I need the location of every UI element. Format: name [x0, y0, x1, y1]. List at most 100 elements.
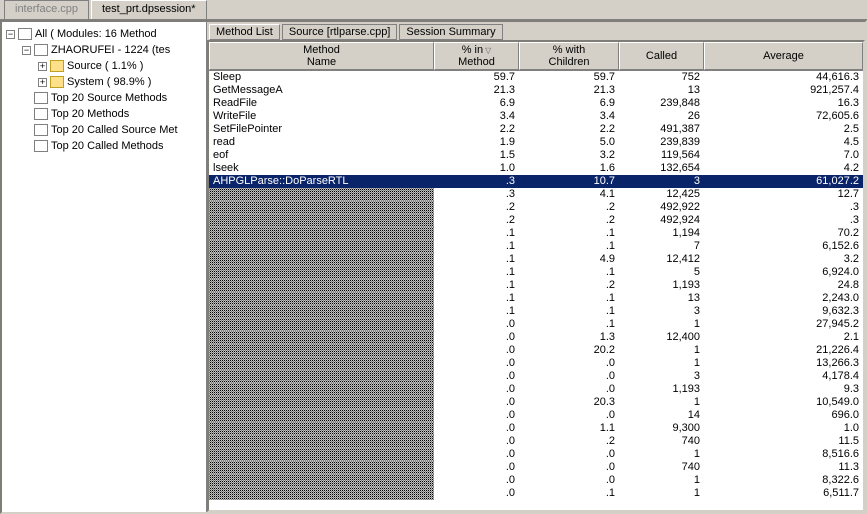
cell: 10.7 — [519, 175, 619, 188]
tree-node-top20[interactable]: Top 20 Methods — [6, 106, 206, 122]
tree-label[interactable]: Top 20 Methods — [51, 108, 129, 120]
expand-icon[interactable]: + — [38, 62, 47, 71]
table-row[interactable]: .1.156,924.0 — [209, 266, 863, 279]
report-icon — [34, 140, 48, 152]
cell: .0 — [434, 474, 519, 487]
cell: 24.8 — [704, 279, 863, 292]
table-row[interactable]: .0.0113,266.3 — [209, 357, 863, 370]
tree-label[interactable]: Top 20 Called Methods — [51, 140, 164, 152]
tree-label[interactable]: Top 20 Source Methods — [51, 92, 167, 104]
table-row[interactable]: .0.1127,945.2 — [209, 318, 863, 331]
table-row[interactable]: .1.21,19324.8 — [209, 279, 863, 292]
tree-label[interactable]: All ( Modules: 16 Method — [35, 28, 157, 40]
table-row[interactable]: ReadFile6.96.9239,84816.3 — [209, 97, 863, 110]
table-row[interactable]: Sleep59.759.775244,616.3 — [209, 71, 863, 84]
table-row[interactable]: .01.312,4002.1 — [209, 331, 863, 344]
tree-node-system[interactable]: + System ( 98.9% ) — [6, 74, 206, 90]
grid-body[interactable]: Sleep59.759.775244,616.3GetMessageA21.32… — [209, 71, 863, 510]
table-row[interactable]: .2.2492,922.3 — [209, 201, 863, 214]
cell: .0 — [434, 487, 519, 500]
table-row[interactable]: .0.034,178.4 — [209, 370, 863, 383]
cell — [209, 461, 434, 474]
cell: 7 — [619, 240, 704, 253]
table-row[interactable]: .0.074011.3 — [209, 461, 863, 474]
tab-session-summary[interactable]: Session Summary — [399, 24, 502, 40]
tree-label[interactable]: Top 20 Called Source Met — [51, 124, 178, 136]
cell — [209, 227, 434, 240]
table-row[interactable]: GetMessageA21.321.313921,257.4 — [209, 84, 863, 97]
cell: 9,632.3 — [704, 305, 863, 318]
table-row[interactable]: .1.1132,243.0 — [209, 292, 863, 305]
table-row[interactable]: .1.11,19470.2 — [209, 227, 863, 240]
tree-node-thread[interactable]: − ZHAORUFEI - 1224 (tes — [6, 42, 206, 58]
collapse-icon[interactable]: − — [6, 30, 15, 39]
col-method-name[interactable]: Method Name — [209, 42, 434, 70]
cell: 1.0 — [704, 422, 863, 435]
table-row[interactable]: WriteFile3.43.42672,605.6 — [209, 110, 863, 123]
tree-label[interactable]: System ( 98.9% ) — [67, 76, 151, 88]
tree-label[interactable]: ZHAORUFEI - 1224 (tes — [51, 44, 170, 56]
table-row[interactable]: AHPGLParse::DoParseRTL.310.7361,027.2 — [209, 175, 863, 188]
cell: .0 — [519, 370, 619, 383]
table-row[interactable]: SetFilePointer2.22.2491,3872.5 — [209, 123, 863, 136]
table-row[interactable]: read1.95.0239,8394.5 — [209, 136, 863, 149]
cell: 27,945.2 — [704, 318, 863, 331]
file-tab[interactable]: interface.cpp — [4, 0, 89, 19]
col-average[interactable]: Average — [704, 42, 863, 70]
table-row[interactable]: .020.3110,549.0 — [209, 396, 863, 409]
table-row[interactable]: .0.014696.0 — [209, 409, 863, 422]
expand-icon[interactable]: + — [38, 78, 47, 87]
cell — [209, 279, 434, 292]
cell — [209, 357, 434, 370]
cell: 6,152.6 — [704, 240, 863, 253]
cell: .0 — [434, 422, 519, 435]
cell: 61,027.2 — [704, 175, 863, 188]
cell — [209, 370, 434, 383]
tree-node-top20[interactable]: Top 20 Called Methods — [6, 138, 206, 154]
tree-node-all[interactable]: − All ( Modules: 16 Method — [6, 26, 206, 42]
cell: 21.3 — [519, 84, 619, 97]
table-row[interactable]: .01.19,3001.0 — [209, 422, 863, 435]
main-area: − All ( Modules: 16 Method − ZHAORUFEI -… — [0, 20, 867, 514]
tree-node-source[interactable]: + Source ( 1.1% ) — [6, 58, 206, 74]
col-called[interactable]: Called — [619, 42, 704, 70]
table-row[interactable]: .1.139,632.3 — [209, 305, 863, 318]
cell: 921,257.4 — [704, 84, 863, 97]
cell: 1,194 — [619, 227, 704, 240]
col-pct-with-children[interactable]: % with Children — [519, 42, 619, 70]
table-row[interactable]: eof1.53.2119,5647.0 — [209, 149, 863, 162]
collapse-icon[interactable]: − — [22, 46, 31, 55]
cell: 6,924.0 — [704, 266, 863, 279]
table-row[interactable]: .0.018,322.6 — [209, 474, 863, 487]
cell: 8,516.6 — [704, 448, 863, 461]
tree-label[interactable]: Source ( 1.1% ) — [67, 60, 143, 72]
cell: .1 — [434, 240, 519, 253]
tree-node-top20[interactable]: Top 20 Called Source Met — [6, 122, 206, 138]
cell: .0 — [434, 409, 519, 422]
file-tabs: interface.cpp test_prt.dpsession* — [0, 0, 867, 20]
view-tabs: Method List Source [rtlparse.cpp] Sessio… — [207, 22, 865, 40]
table-row[interactable]: .0.274011.5 — [209, 435, 863, 448]
table-row[interactable]: .0.116,511.7 — [209, 487, 863, 500]
tree-node-top20[interactable]: Top 20 Source Methods — [6, 90, 206, 106]
tree-panel: − All ( Modules: 16 Method − ZHAORUFEI -… — [2, 22, 207, 512]
table-row[interactable]: .1.176,152.6 — [209, 240, 863, 253]
table-row[interactable]: .14.912,4123.2 — [209, 253, 863, 266]
cell: .0 — [519, 409, 619, 422]
cell — [209, 305, 434, 318]
table-row[interactable]: .2.2492,924.3 — [209, 214, 863, 227]
cell: 44,616.3 — [704, 71, 863, 84]
table-row[interactable]: .34.112,42512.7 — [209, 188, 863, 201]
table-row[interactable]: lseek1.01.6132,6544.2 — [209, 162, 863, 175]
file-tab[interactable]: test_prt.dpsession* — [91, 0, 207, 19]
table-row[interactable]: .0.018,516.6 — [209, 448, 863, 461]
table-row[interactable]: .020.2121,226.4 — [209, 344, 863, 357]
cell — [209, 331, 434, 344]
col-pct-in-method[interactable]: % in▽ Method — [434, 42, 519, 70]
cell: ReadFile — [209, 97, 434, 110]
table-row[interactable]: .0.01,1939.3 — [209, 383, 863, 396]
tab-method-list[interactable]: Method List — [209, 24, 280, 40]
cell: 3 — [619, 175, 704, 188]
tab-source[interactable]: Source [rtlparse.cpp] — [282, 24, 398, 40]
cell: 4,178.4 — [704, 370, 863, 383]
